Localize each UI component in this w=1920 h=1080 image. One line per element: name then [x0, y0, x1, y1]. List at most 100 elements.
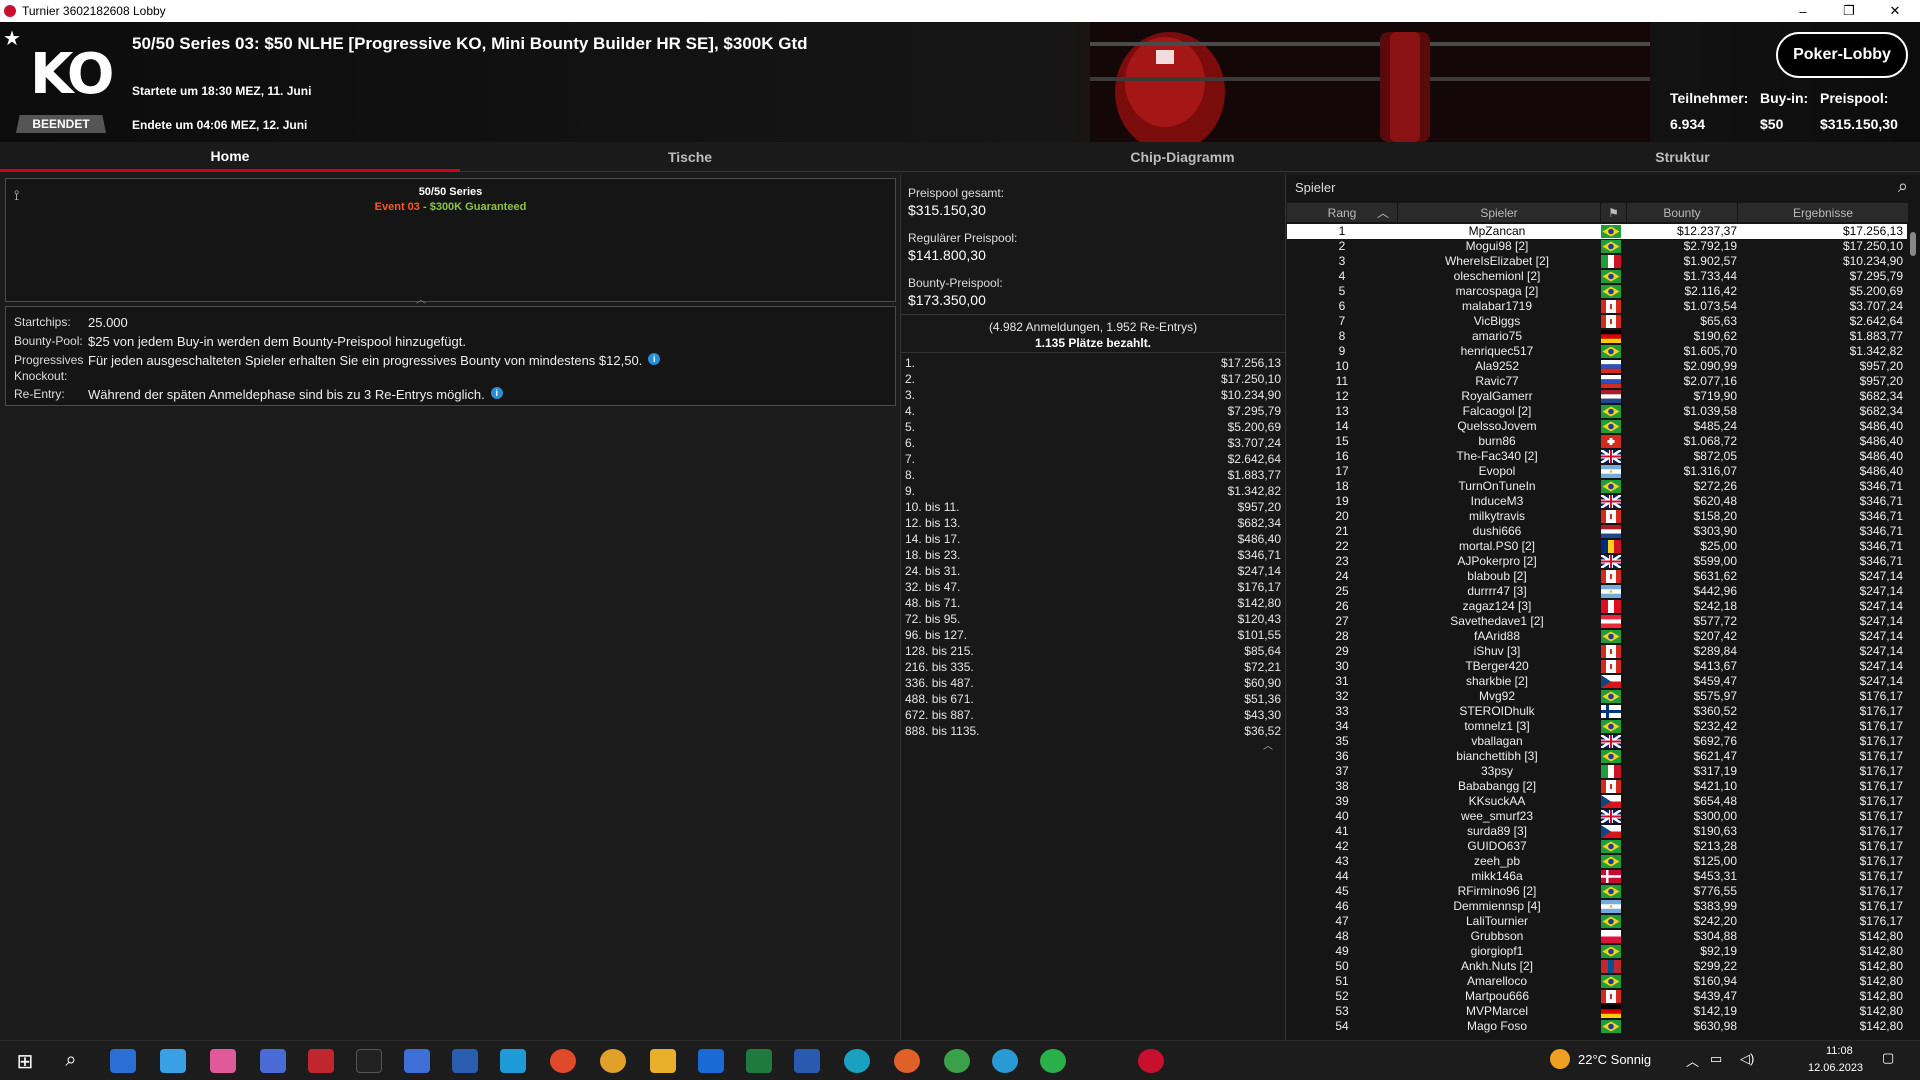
player-row[interactable]: 13 Falcaogol [2] $1.039,58 $682,34	[1287, 404, 1907, 419]
tray-chevron-icon[interactable]: ︿	[1686, 1051, 1699, 1070]
player-row[interactable]: 47 LaliTournier $242,20 $176,17	[1287, 914, 1907, 929]
sky-app-icon[interactable]	[404, 1049, 430, 1073]
search-icon[interactable]: ⌕	[58, 1049, 84, 1073]
col-bounty[interactable]: Bounty	[1627, 203, 1737, 222]
network-icon[interactable]: ▭	[1710, 1051, 1722, 1067]
player-row[interactable]: 23 AJPokerpro [2] $599,00 $346,71	[1287, 554, 1907, 569]
edge-icon[interactable]	[844, 1049, 870, 1073]
player-row[interactable]: 11 Ravic77 $2.077,16 $957,20	[1287, 374, 1907, 389]
player-row[interactable]: 4 oleschemionl [2] $1.733,44 $7.295,79	[1287, 269, 1907, 284]
player-row[interactable]: 33 STEROIDhulk $360,52 $176,17	[1287, 704, 1907, 719]
weather-text[interactable]: 22°C Sonnig	[1578, 1052, 1651, 1067]
pokerstars-icon[interactable]	[1138, 1049, 1164, 1073]
player-row[interactable]: 44 mikk146a $453,31 $176,17	[1287, 869, 1907, 884]
player-row[interactable]: 40 wee_smurf23 $300,00 $176,17	[1287, 809, 1907, 824]
player-row[interactable]: 2 Mogui98 [2] $2.792,19 $17.250,10	[1287, 239, 1907, 254]
player-row[interactable]: 38 Bababangg [2] $421,10 $176,17	[1287, 779, 1907, 794]
scrollbar-thumb[interactable]	[1910, 232, 1916, 256]
player-row[interactable]: 42 GUIDO637 $213,28 $176,17	[1287, 839, 1907, 854]
player-row[interactable]: 37 33psy $317,19 $176,17	[1287, 764, 1907, 779]
player-row[interactable]: 1 MpZancan $12.237,37 $17.256,13	[1287, 224, 1907, 239]
player-row[interactable]: 27 Savethedave1 [2] $577,72 $247,14	[1287, 614, 1907, 629]
player-row[interactable]: 32 Mvg92 $575,97 $176,17	[1287, 689, 1907, 704]
player-row[interactable]: 52 Martpou666 $439,47 $142,80	[1287, 989, 1907, 1004]
player-row[interactable]: 43 zeeh_pb $125,00 $176,17	[1287, 854, 1907, 869]
chrome-icon[interactable]	[944, 1049, 970, 1073]
player-row[interactable]: 48 Grubbson $304,88 $142,80	[1287, 929, 1907, 944]
restore-icon[interactable]: ❐	[1826, 0, 1872, 22]
col-result[interactable]: Ergebnisse	[1738, 203, 1908, 222]
info-icon[interactable]: i	[490, 387, 503, 399]
flag-column-icon[interactable]: ⚑	[1601, 203, 1626, 222]
player-row[interactable]: 20 milkytravis $158,20 $346,71	[1287, 509, 1907, 524]
player-row[interactable]: 14 QuelssoJovem $485,24 $486,40	[1287, 419, 1907, 434]
player-row[interactable]: 3 WhereIsElizabet [2] $1.902,57 $10.234,90	[1287, 254, 1907, 269]
player-row[interactable]: 21 dushi666 $303,90 $346,71	[1287, 524, 1907, 539]
whatsapp-icon[interactable]	[1040, 1049, 1066, 1073]
firefox-icon[interactable]	[894, 1049, 920, 1073]
word-icon[interactable]	[794, 1049, 820, 1073]
player-row[interactable]: 16 The-Fac340 [2] $872,05 $486,40	[1287, 449, 1907, 464]
gg-app-icon[interactable]	[356, 1049, 382, 1073]
sort-asc-icon[interactable]: ︿	[1369, 203, 1397, 222]
player-row[interactable]: 8 amario75 $190,62 $1.883,77	[1287, 329, 1907, 344]
player-row[interactable]: 49 giorgiopf1 $92,19 $142,80	[1287, 944, 1907, 959]
chrome-icon[interactable]	[600, 1049, 626, 1073]
player-row[interactable]: 36 bianchettibh [3] $621,47 $176,17	[1287, 749, 1907, 764]
player-row[interactable]: 30 TBerger420 $413,67 $247,14	[1287, 659, 1907, 674]
outlook-icon[interactable]	[698, 1049, 724, 1073]
clock-time[interactable]: 11:08	[1826, 1045, 1853, 1057]
player-row[interactable]: 45 RFirmino96 [2] $776,55 $176,17	[1287, 884, 1907, 899]
player-row[interactable]: 19 InduceM3 $620,48 $346,71	[1287, 494, 1907, 509]
player-row[interactable]: 29 iShuv [3] $289,84 $247,14	[1287, 644, 1907, 659]
tab-tables[interactable]: Tische	[460, 142, 920, 172]
notifications-icon[interactable]: ▢	[1882, 1050, 1894, 1066]
player-row[interactable]: 22 mortal.PS0 [2] $25,00 $346,71	[1287, 539, 1907, 554]
collapse-chevron-icon[interactable]: ︿	[1263, 737, 1273, 752]
player-row[interactable]: 26 zagaz124 [3] $242,18 $247,14	[1287, 599, 1907, 614]
player-row[interactable]: 17 Evopol $1.316,07 $486,40	[1287, 464, 1907, 479]
player-row[interactable]: 18 TurnOnTuneIn $272,26 $346,71	[1287, 479, 1907, 494]
info-icon[interactable]: i	[648, 353, 661, 365]
player-row[interactable]: 7 VicBiggs $65,63 $2.642,64	[1287, 314, 1907, 329]
windows-start-icon[interactable]: ⊞	[12, 1049, 38, 1073]
onedrive-icon[interactable]	[160, 1049, 186, 1073]
mcafee-icon[interactable]	[308, 1049, 334, 1073]
player-row[interactable]: 6 malabar1719 $1.073,54 $3.707,24	[1287, 299, 1907, 314]
player-row[interactable]: 12 RoyalGamerr $719,90 $682,34	[1287, 389, 1907, 404]
poker-lobby-button[interactable]: Poker-Lobby	[1776, 32, 1908, 78]
minimize-icon[interactable]: –	[1780, 0, 1826, 22]
player-row[interactable]: 31 sharkbie [2] $459,47 $247,14	[1287, 674, 1907, 689]
tab-structure[interactable]: Struktur	[1445, 142, 1920, 172]
player-row[interactable]: 50 Ankh.Nuts [2] $299,22 $142,80	[1287, 959, 1907, 974]
app-icon[interactable]	[260, 1049, 286, 1073]
player-row[interactable]: 46 Demmiennsp [4] $383,99 $176,17	[1287, 899, 1907, 914]
player-row[interactable]: 28 fAArid88 $207,42 $247,14	[1287, 629, 1907, 644]
chrome-icon[interactable]	[550, 1049, 576, 1073]
itunes-icon[interactable]	[210, 1049, 236, 1073]
tab-chip-chart[interactable]: Chip-Diagramm	[920, 142, 1445, 172]
players-search-bar[interactable]: Spieler ⌕	[1287, 175, 1920, 199]
player-row[interactable]: 25 durrrr47 [3] $442,96 $247,14	[1287, 584, 1907, 599]
favorite-star-icon[interactable]: ★	[3, 26, 21, 51]
telegram-icon[interactable]	[992, 1049, 1018, 1073]
player-row[interactable]: 5 marcospaga [2] $2.116,42 $5.200,69	[1287, 284, 1907, 299]
player-row[interactable]: 15 burn86 $1.068,72 $486,40	[1287, 434, 1907, 449]
clock-date[interactable]: 12.06.2023	[1808, 1062, 1863, 1074]
player-row[interactable]: 34 tomnelz1 [3] $232,42 $176,17	[1287, 719, 1907, 734]
prime-video-icon[interactable]	[452, 1049, 478, 1073]
collapse-chevron-icon[interactable]: ︿	[416, 291, 426, 306]
close-icon[interactable]: ✕	[1872, 0, 1918, 22]
player-row[interactable]: 35 vballagan $692,76 $176,17	[1287, 734, 1907, 749]
player-row[interactable]: 51 Amarelloco $160,94 $142,80	[1287, 974, 1907, 989]
player-row[interactable]: 9 henriquec517 $1.605,70 $1.342,82	[1287, 344, 1907, 359]
excel-icon[interactable]	[746, 1049, 772, 1073]
player-row[interactable]: 54 Mago Foso $630,98 $142,80	[1287, 1019, 1907, 1034]
col-player[interactable]: Spieler	[1398, 203, 1600, 222]
search-icon[interactable]: ⌕	[1898, 176, 1908, 197]
weather-sun-icon[interactable]	[1550, 1049, 1570, 1069]
player-row[interactable]: 39 KKsuckAA $654,48 $176,17	[1287, 794, 1907, 809]
chat-app-icon[interactable]	[110, 1049, 136, 1073]
skype-icon[interactable]	[500, 1049, 526, 1073]
player-row[interactable]: 10 Ala9252 $2.090,99 $957,20	[1287, 359, 1907, 374]
